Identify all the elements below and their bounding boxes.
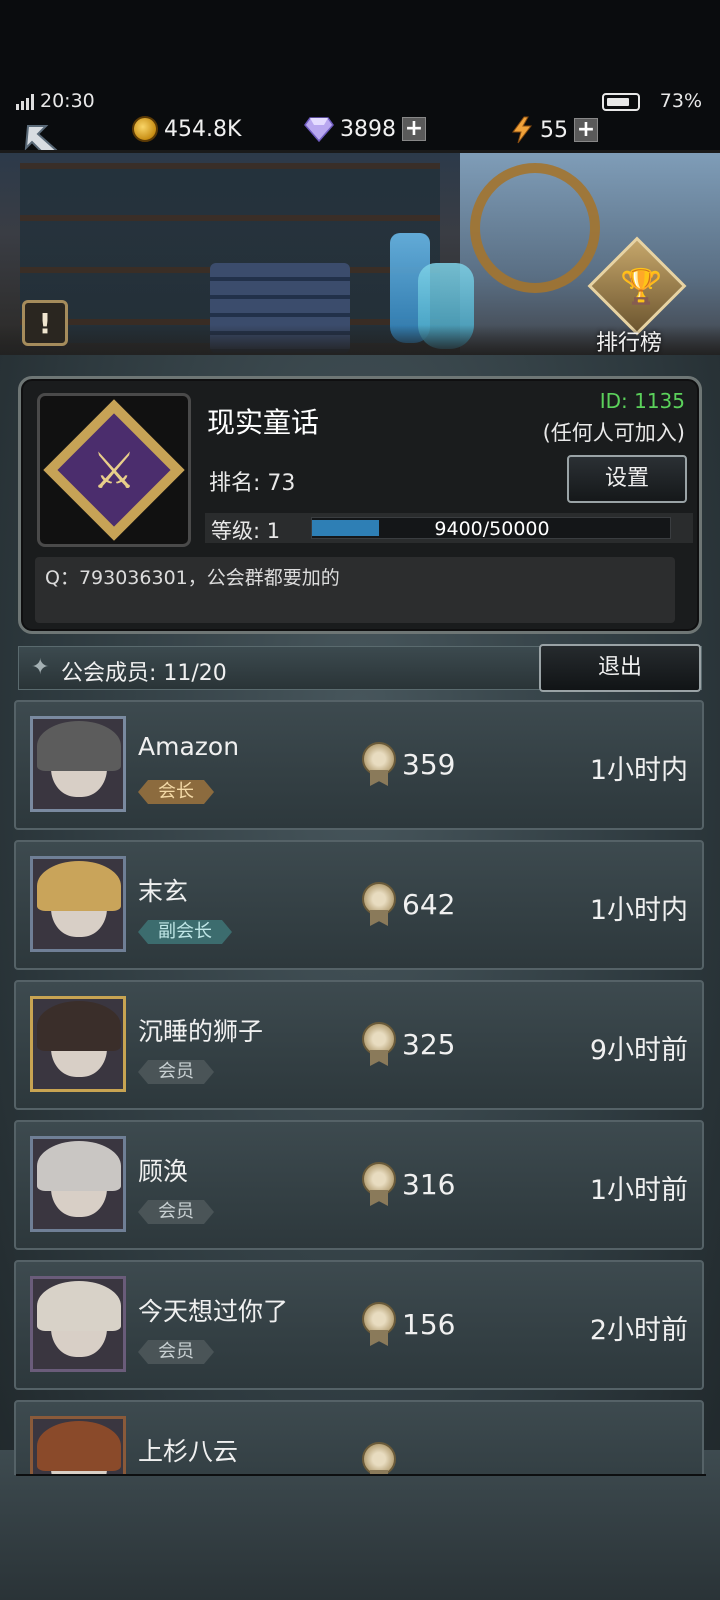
guild-level: 等级: 1 xyxy=(211,519,281,543)
medal-icon xyxy=(362,1022,396,1066)
member-contribution: 325 xyxy=(402,1028,456,1061)
medal-icon xyxy=(362,1302,396,1346)
battery-icon xyxy=(602,93,640,111)
role-badge: 会员 xyxy=(138,1060,214,1084)
member-last-online: 1小时前 xyxy=(589,1175,688,1206)
guild-rank: 排名: 73 xyxy=(209,471,296,496)
role-badge: 副会长 xyxy=(138,920,232,944)
member-name: 顾涣 xyxy=(138,1157,189,1186)
leaderboard-label: 排行榜 xyxy=(596,331,663,356)
member-name: 沉睡的狮子 xyxy=(138,1017,264,1046)
member-contribution: 359 xyxy=(402,748,456,781)
energy-counter: 55 + xyxy=(510,116,598,144)
trophy-icon: 🏆 xyxy=(620,267,663,307)
avatar[interactable] xyxy=(30,996,126,1092)
guild-join-policy: (任何人可加入) xyxy=(542,421,685,445)
member-last-online: 1小时内 xyxy=(589,895,688,926)
member-name: 今天想过你了 xyxy=(138,1297,289,1326)
settings-button[interactable]: 设置 xyxy=(567,455,687,503)
avatar[interactable] xyxy=(30,1276,126,1372)
guild-id: ID: 1135 xyxy=(599,389,685,413)
guild-level-row: 等级: 1 9400/50000 xyxy=(205,513,693,543)
medal-icon xyxy=(362,1442,396,1475)
member-name: 末玄 xyxy=(138,877,189,906)
role-badge: 会员 xyxy=(138,1200,214,1224)
alert-icon[interactable]: ! xyxy=(22,300,68,346)
gem-counter: 3898 + xyxy=(304,116,426,142)
avatar[interactable] xyxy=(30,1136,126,1232)
avatar[interactable] xyxy=(30,856,126,952)
add-energy-button[interactable]: + xyxy=(574,118,598,142)
diamond-icon xyxy=(304,117,334,142)
gem-amount: 3898 xyxy=(340,116,396,142)
guild-info-card: ⚔ 现实童话 ID: 1135 (任何人可加入) 排名: 73 设置 等级: 1… xyxy=(18,376,702,634)
member-row[interactable]: 顾涣会员 316 1小时前 xyxy=(14,1120,704,1250)
member-last-online: 9小时前 xyxy=(589,1035,688,1066)
sparkle-icon: ✦ xyxy=(31,655,50,680)
coin-icon xyxy=(132,116,158,142)
medal-icon xyxy=(362,882,396,926)
member-row[interactable]: 今天想过你了会员 156 2小时前 xyxy=(14,1260,704,1390)
energy-amount: 55 xyxy=(540,117,568,143)
avatar[interactable] xyxy=(30,1416,126,1475)
members-header: ✦ 公会成员: 11/20 退出 xyxy=(18,644,702,692)
member-list[interactable]: Amazon 会长 359 1小时内 末玄 副会长 642 1小时内 沉睡的狮子 会员 325 9小时… xyxy=(14,700,706,1475)
add-gems-button[interactable]: + xyxy=(402,117,426,141)
medal-icon xyxy=(362,742,396,786)
leaderboard-button[interactable]: 🏆 排行榜 xyxy=(587,236,690,356)
guild-name: 现实童话 xyxy=(207,406,320,439)
quit-guild-button[interactable]: 退出 xyxy=(539,644,701,692)
resource-bar: 454.8K 3898 + 55 + xyxy=(0,112,720,162)
coin-amount: 454.8K xyxy=(164,116,242,142)
member-contribution: 316 xyxy=(402,1168,456,1201)
member-name: Amazon xyxy=(138,732,240,761)
member-row[interactable]: 沉睡的狮子会员 325 9小时前 xyxy=(14,980,704,1110)
member-row[interactable]: 上杉八云 xyxy=(14,1400,704,1475)
role-badge: 会长 xyxy=(138,780,214,804)
coin-counter: 454.8K xyxy=(132,116,241,142)
member-name: 上杉八云 xyxy=(138,1437,239,1466)
avatar[interactable] xyxy=(30,716,126,812)
medal-icon xyxy=(362,1162,396,1206)
member-row[interactable]: Amazon 会长 359 1小时内 xyxy=(14,700,704,830)
exp-progress-bar: 9400/50000 xyxy=(311,517,671,540)
lightning-icon xyxy=(512,116,533,144)
member-contribution: 156 xyxy=(402,1308,456,1341)
battery-percent: 73% xyxy=(659,90,702,112)
member-count: 公会成员: 11/20 xyxy=(61,661,227,686)
crossed-axes-helmet-icon: ⚔ xyxy=(91,442,137,500)
member-contribution: 642 xyxy=(402,888,456,921)
member-row[interactable]: 末玄副会长 642 1小时内 xyxy=(14,840,704,970)
exp-progress-text: 9400/50000 xyxy=(434,518,550,540)
member-last-online: 2小时前 xyxy=(589,1315,688,1346)
member-last-online: 1小时内 xyxy=(589,755,688,786)
guild-notice-text: Q：793036301，公会群都要加的 xyxy=(45,567,340,589)
role-badge: 会员 xyxy=(138,1340,214,1364)
guild-notice-box: Q：793036301，公会群都要加的 xyxy=(35,557,675,623)
signal-icon xyxy=(16,94,34,110)
guild-emblem: ⚔ xyxy=(37,393,191,547)
status-time: 20:30 xyxy=(40,90,95,112)
